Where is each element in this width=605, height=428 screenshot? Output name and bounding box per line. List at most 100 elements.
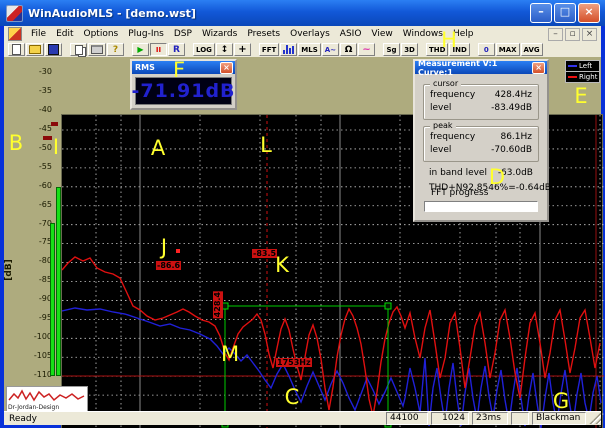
vertical-zoom-button[interactable]: ↕ bbox=[216, 43, 233, 56]
minimize-button[interactable]: – bbox=[530, 3, 552, 23]
peak-frequency-label: frequency bbox=[430, 132, 475, 142]
menu-presets[interactable]: Presets bbox=[242, 28, 285, 40]
open-file-button[interactable] bbox=[26, 43, 44, 56]
copy-button[interactable] bbox=[70, 43, 87, 56]
play-button[interactable]: ▶ bbox=[132, 43, 149, 56]
logo-waveform bbox=[9, 391, 84, 400]
zero-icon: 0 bbox=[484, 46, 489, 54]
thd-button[interactable]: THD bbox=[426, 43, 448, 56]
mls-button[interactable]: MLS bbox=[298, 43, 320, 56]
status-samplerate: 44100 bbox=[386, 412, 428, 425]
rms-window-title: RMS bbox=[135, 63, 155, 72]
menu-overlays[interactable]: Overlays bbox=[285, 28, 335, 40]
y-tick-label: -45 bbox=[10, 124, 52, 133]
peak-frequency-value: 86.1Hz bbox=[500, 132, 532, 142]
log-scale-button[interactable]: LOG bbox=[193, 43, 215, 56]
selection-handle[interactable] bbox=[385, 303, 391, 309]
fft-button[interactable]: FFT bbox=[259, 43, 279, 56]
in-band-level-value: -63.0dB bbox=[498, 168, 533, 178]
status-latency: 23ms bbox=[472, 412, 508, 425]
save-floppy-icon bbox=[48, 44, 59, 55]
y-tick-label: -30 bbox=[10, 67, 52, 76]
mdi-minimize-button[interactable]: – bbox=[548, 28, 563, 41]
cursor-group-label: cursor bbox=[430, 79, 461, 88]
app-window: WinAudioMLS - [demo.wst] – □ × File Edit… bbox=[0, 0, 605, 428]
rms-close-icon[interactable]: × bbox=[220, 62, 233, 74]
rms-window[interactable]: RMS × -71.91dB bbox=[130, 59, 237, 110]
help-button[interactable]: ? bbox=[107, 43, 124, 56]
peak-hold-mark bbox=[51, 122, 58, 126]
level-meter-bar bbox=[56, 187, 61, 376]
curve-marker-point[interactable] bbox=[176, 249, 180, 253]
rms-window-titlebar[interactable]: RMS × bbox=[132, 61, 235, 74]
cursor-frequency-label: frequency bbox=[430, 90, 475, 100]
open-folder-icon bbox=[29, 45, 41, 54]
record-icon: R bbox=[173, 45, 180, 55]
toolbar: ? ▶ II R LOG ↕ + FFT MLS A~ Ω ~ Sg 3D TH… bbox=[4, 42, 601, 57]
legend-left-line bbox=[568, 65, 577, 67]
pan-button[interactable]: + bbox=[234, 43, 251, 56]
level-meter-bar bbox=[50, 223, 55, 376]
vertical-arrows-icon: ↕ bbox=[221, 45, 229, 55]
y-tick-label: -40 bbox=[10, 105, 52, 114]
y-tick-label: -60 bbox=[10, 181, 52, 190]
impedance-button[interactable]: Ω bbox=[340, 43, 357, 56]
avg-button[interactable]: AVG bbox=[521, 43, 543, 56]
new-file-button[interactable] bbox=[8, 43, 25, 56]
zero-button[interactable]: 0 bbox=[478, 43, 495, 56]
resize-grip[interactable] bbox=[589, 413, 601, 424]
help-icon: ? bbox=[113, 45, 118, 55]
cursor-level-label: level bbox=[430, 103, 451, 113]
y-tick-label: -50 bbox=[10, 143, 52, 152]
right-channel-curve bbox=[62, 257, 600, 416]
signal-generator-button[interactable]: Sg bbox=[383, 43, 400, 56]
measurement-window[interactable]: Measurement V:1 Curve:1 × cursor frequen… bbox=[413, 59, 549, 222]
close-button[interactable]: × bbox=[578, 3, 600, 23]
sine-wave-icon: ~ bbox=[362, 44, 370, 55]
sine-wave-button[interactable]: ~ bbox=[358, 43, 375, 56]
measurement-close-icon[interactable]: × bbox=[532, 62, 545, 74]
new-file-icon bbox=[12, 44, 21, 55]
spectrum-button[interactable] bbox=[280, 43, 297, 56]
print-icon bbox=[91, 45, 103, 54]
a-weighting-button[interactable]: A~ bbox=[322, 43, 339, 56]
marker-label: 428.4 bbox=[213, 291, 223, 318]
marker-label: -86.6 bbox=[156, 261, 181, 270]
3d-button[interactable]: 3D bbox=[401, 43, 418, 56]
legend-right-label: Right bbox=[579, 73, 597, 81]
print-button[interactable] bbox=[88, 43, 106, 56]
mdi-close-button[interactable]: × bbox=[582, 28, 597, 41]
peak-level-label: level bbox=[430, 145, 451, 155]
y-tick-label: -75 bbox=[10, 237, 52, 246]
window-title: WinAudioMLS - [demo.wst] bbox=[28, 7, 530, 20]
status-bar: Ready 44100 1024 23ms Blackman bbox=[4, 411, 601, 425]
menu-help[interactable]: Help bbox=[448, 28, 479, 40]
ind-button[interactable]: IND bbox=[449, 43, 469, 56]
peak-group-label: peak bbox=[430, 121, 456, 130]
pause-button[interactable]: II bbox=[150, 43, 167, 56]
menu-windows[interactable]: Windows bbox=[398, 28, 448, 40]
menu-wizards[interactable]: Wizards bbox=[197, 28, 242, 40]
mdi-restore-button[interactable]: ▫ bbox=[565, 28, 580, 41]
dr-jordan-design-logo: Dr-Jordan-Design bbox=[6, 386, 88, 412]
menu-options[interactable]: Options bbox=[79, 28, 124, 40]
play-icon: ▶ bbox=[137, 45, 143, 54]
fft-progress-label: FFT progress bbox=[431, 188, 488, 198]
record-button[interactable]: R bbox=[168, 43, 185, 56]
y-tick-label: -80 bbox=[10, 256, 52, 265]
measurement-window-titlebar[interactable]: Measurement V:1 Curve:1 × bbox=[415, 61, 547, 74]
cursor-frequency-value: 428.4Hz bbox=[495, 90, 532, 100]
menu-asio[interactable]: ASIO bbox=[335, 28, 367, 40]
mdi-child-icon[interactable] bbox=[8, 27, 22, 41]
max-button[interactable]: MAX bbox=[496, 43, 520, 56]
save-file-button[interactable] bbox=[45, 43, 62, 56]
measurement-window-title: Measurement V:1 Curve:1 bbox=[418, 59, 532, 77]
legend-left-label: Left bbox=[579, 62, 592, 70]
menu-view[interactable]: View bbox=[366, 28, 397, 40]
menu-edit[interactable]: Edit bbox=[51, 28, 78, 40]
cursor-level-value: -83.49dB bbox=[491, 103, 532, 113]
maximize-button[interactable]: □ bbox=[554, 3, 576, 23]
menu-file[interactable]: File bbox=[26, 28, 51, 40]
menu-dsp[interactable]: DSP bbox=[169, 28, 197, 40]
menu-plugins[interactable]: Plug-Ins bbox=[123, 28, 169, 40]
